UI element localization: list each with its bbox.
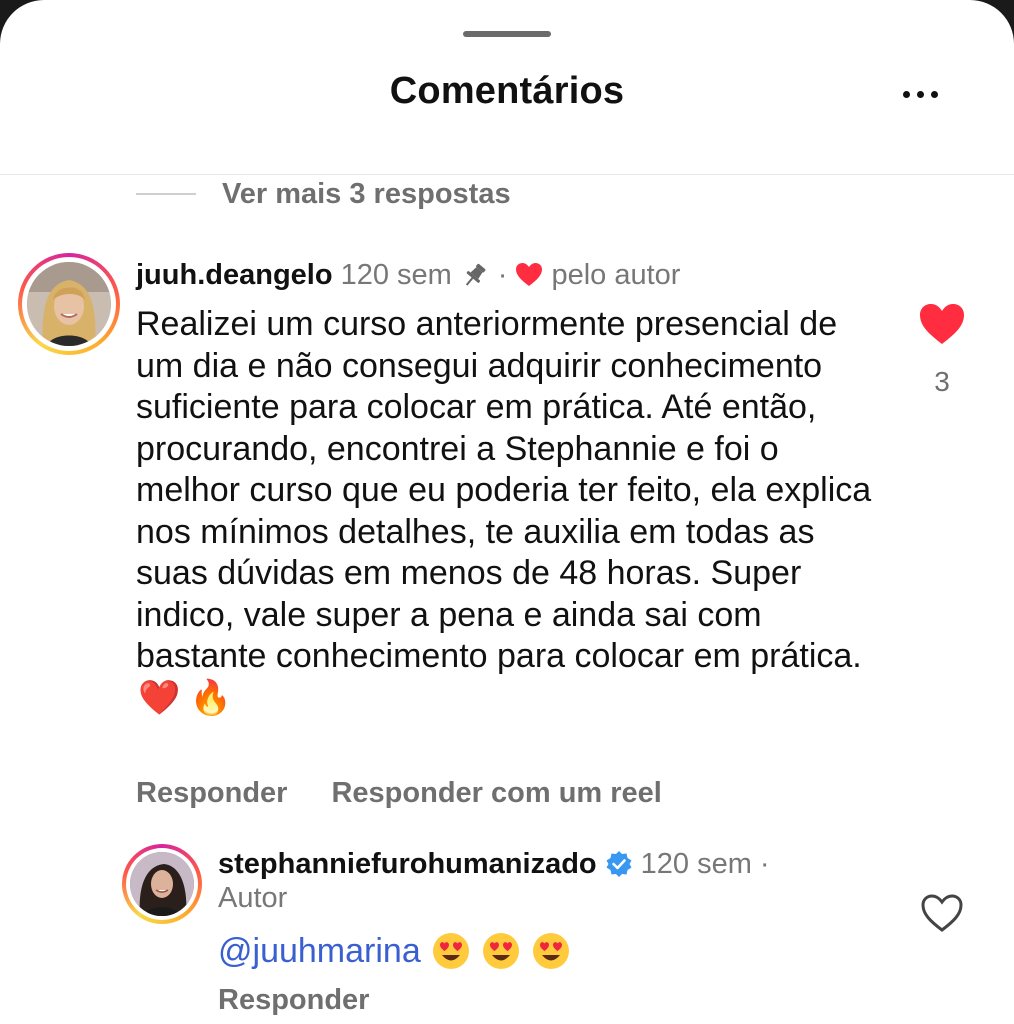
comment-time: 120 sem xyxy=(340,258,452,291)
view-more-replies-label: Ver mais 3 respostas xyxy=(222,177,511,210)
comments-sheet: Comentários Ver mais 3 respostas juuh.de… xyxy=(0,0,1014,1024)
reply-actions: Responder xyxy=(218,984,369,1024)
heart-emoji: ❤️ xyxy=(138,678,181,717)
like-count: 3 xyxy=(934,366,950,397)
view-more-replies-button[interactable]: Ver mais 3 respostas xyxy=(136,174,511,214)
heart-eyes-emoji-icon xyxy=(532,933,569,969)
meta-separator: · xyxy=(497,258,508,291)
mention-link[interactable]: @juuhmarina xyxy=(218,932,421,971)
avatar[interactable] xyxy=(130,852,194,916)
author-label: Autor xyxy=(218,882,288,914)
comment-meta: juuh.deangelo 120 sem · pelo autor xyxy=(136,254,680,296)
verified-badge-icon xyxy=(606,851,632,877)
reply-text: @juuhmarina xyxy=(218,928,571,974)
comment-text: Realizei um curso anteriormente presenci… xyxy=(136,304,876,719)
fire-emoji: 🔥 xyxy=(189,678,233,717)
reply-username[interactable]: stephanniefurohumanizado xyxy=(218,848,597,881)
drag-handle[interactable] xyxy=(463,31,551,37)
heart-eyes-emoji-icon xyxy=(432,933,469,969)
meta-separator: · xyxy=(759,847,770,880)
liked-by-author-label: pelo autor xyxy=(551,258,681,291)
comment-body: Realizei um curso anteriormente presenci… xyxy=(136,305,872,675)
more-horizontal-icon xyxy=(902,90,910,98)
avatar[interactable] xyxy=(27,262,111,346)
pin-icon xyxy=(465,263,486,286)
heart-eyes-emoji-icon xyxy=(482,933,519,969)
like-heart-filled-icon[interactable] xyxy=(918,302,966,346)
reply-meta: stephanniefurohumanizado 120 sem · xyxy=(218,844,770,884)
reply-button[interactable]: Responder xyxy=(218,984,369,1016)
like-heart-outline-icon[interactable] xyxy=(920,893,964,933)
reply-with-reel-button[interactable]: Responder com um reel xyxy=(331,777,661,810)
liked-by-author-heart-icon xyxy=(516,263,543,286)
more-options-button[interactable] xyxy=(890,76,950,112)
reply-thread-line xyxy=(136,193,196,195)
reply-time: 120 sem xyxy=(640,847,752,880)
page-title: Comentários xyxy=(389,70,625,112)
comment-username[interactable]: juuh.deangelo xyxy=(136,259,333,292)
comment-actions: Responder Responder com um reel xyxy=(136,772,662,814)
reply-button[interactable]: Responder xyxy=(136,777,287,810)
